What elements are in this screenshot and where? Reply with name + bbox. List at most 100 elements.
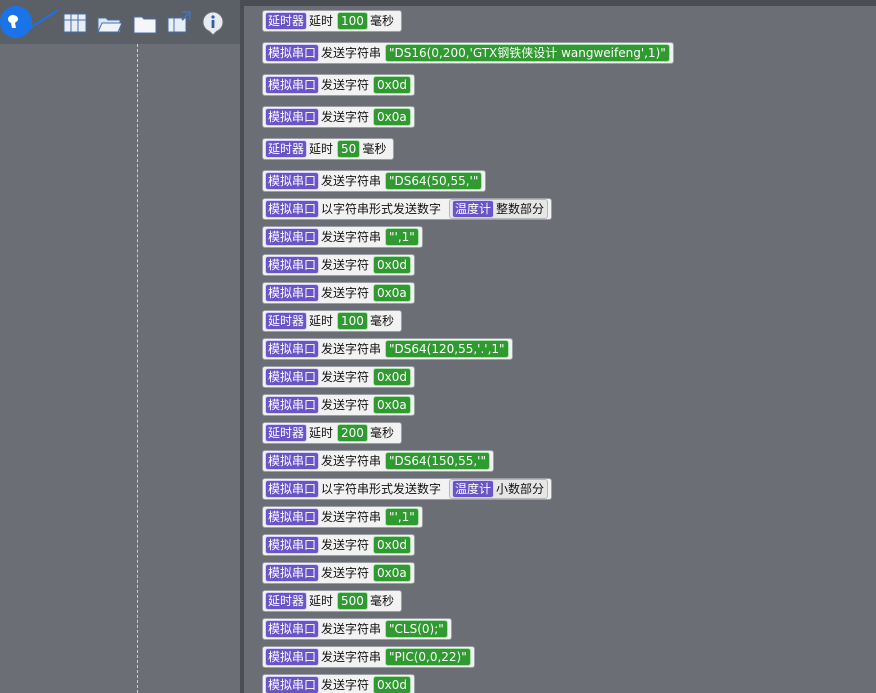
string-value-field[interactable]: "CLS(0);"	[385, 620, 448, 638]
serial-send-string-block[interactable]: 模拟串口 发送字符串 "',1"	[262, 506, 423, 528]
string-value-field[interactable]: "DS16(0,200,'GTX钢铁侠设计 wangweifeng',1)"	[385, 44, 670, 62]
serial-send-char-block[interactable]: 模拟串口 发送字符 0x0d	[262, 366, 416, 388]
char-value-field[interactable]: 0x0d	[373, 536, 412, 554]
thermometer-tag: 温度计	[452, 200, 495, 218]
serial-send-char-block[interactable]: 模拟串口 发送字符 0x0a	[262, 562, 415, 584]
string-value-field[interactable]: "PIC(0,0,22)"	[385, 648, 471, 666]
serial-tag: 模拟串口	[265, 676, 320, 693]
string-value-field[interactable]: "DS64(50,55,'"	[385, 172, 483, 190]
thermometer-tag: 温度计	[452, 480, 495, 498]
delay-label: 延时	[309, 142, 334, 156]
serial-action-label: 发送字符串	[321, 46, 382, 60]
serial-action-label: 发送字符	[321, 566, 370, 580]
serial-action-label: 发送字符	[321, 538, 370, 552]
serial-action-label: 发送字符串	[321, 174, 382, 188]
thermometer-value-block[interactable]: 温度计 整数部分	[449, 199, 549, 219]
delay-unit-label: 毫秒	[369, 426, 394, 440]
serial-action-label: 以字符串形式发送数字	[321, 202, 442, 216]
serial-tag: 模拟串口	[265, 536, 320, 554]
serial-tag: 模拟串口	[265, 108, 320, 126]
string-value-field[interactable]: "',1"	[385, 508, 419, 526]
char-value-field[interactable]: 0x0d	[373, 368, 412, 386]
char-value-field[interactable]: 0x0a	[373, 564, 411, 582]
delay-block[interactable]: 延时器 延时 100 毫秒	[262, 10, 402, 32]
logo-icon[interactable]	[0, 6, 59, 38]
serial-tag: 模拟串口	[265, 340, 320, 358]
delay-block[interactable]: 延时器 延时 50 毫秒	[262, 138, 395, 160]
delay-label: 延时	[309, 314, 334, 328]
sidebar	[0, 44, 240, 693]
delay-tag: 延时器	[265, 424, 308, 442]
serial-send-char-block[interactable]: 模拟串口 发送字符 0x0d	[262, 254, 416, 276]
delay-tag: 延时器	[265, 12, 308, 30]
delay-value-field[interactable]: 500	[337, 592, 368, 610]
char-value-field[interactable]: 0x0a	[373, 396, 411, 414]
delay-value-field[interactable]: 100	[337, 312, 368, 330]
string-value-field[interactable]: "',1"	[385, 228, 419, 246]
delay-unit-label: 毫秒	[369, 594, 394, 608]
delay-value-field[interactable]: 50	[337, 140, 361, 158]
serial-send-string-block[interactable]: 模拟串口 发送字符串 "CLS(0);"	[262, 618, 452, 640]
serial-tag: 模拟串口	[265, 648, 320, 666]
serial-tag: 模拟串口	[265, 44, 320, 62]
folder-icon[interactable]	[132, 10, 158, 36]
thermometer-value-block[interactable]: 温度计 小数部分	[449, 479, 549, 499]
delay-label: 延时	[309, 426, 334, 440]
serial-action-label: 发送字符	[321, 110, 370, 124]
serial-send-char-block[interactable]: 模拟串口 发送字符 0x0d	[262, 534, 416, 556]
open-folder-icon[interactable]	[96, 10, 123, 36]
serial-send-char-block[interactable]: 模拟串口 发送字符 0x0a	[262, 394, 415, 416]
serial-tag: 模拟串口	[265, 396, 320, 414]
delay-block[interactable]: 延时器 延时 200 毫秒	[262, 422, 402, 444]
toolbar	[0, 0, 240, 44]
serial-action-label: 以字符串形式发送数字	[321, 482, 442, 496]
serial-tag: 模拟串口	[265, 228, 320, 246]
serial-send-string-block[interactable]: 模拟串口 发送字符串 "DS64(50,55,'"	[262, 170, 487, 192]
serial-tag: 模拟串口	[265, 452, 320, 470]
serial-send-char-block[interactable]: 模拟串口 发送字符 0x0a	[262, 282, 415, 304]
char-value-field[interactable]: 0x0a	[373, 108, 411, 126]
serial-tag: 模拟串口	[265, 200, 320, 218]
serial-send-char-block[interactable]: 模拟串口 发送字符 0x0d	[262, 74, 416, 96]
delay-block[interactable]: 延时器 延时 100 毫秒	[262, 310, 402, 332]
char-value-field[interactable]: 0x0d	[373, 676, 412, 693]
delay-tag: 延时器	[265, 592, 308, 610]
serial-send-string-block[interactable]: 模拟串口 发送字符串 "',1"	[262, 226, 423, 248]
char-value-field[interactable]: 0x0d	[373, 76, 412, 94]
serial-send-string-block[interactable]: 模拟串口 发送字符串 "PIC(0,0,22)"	[262, 646, 475, 668]
serial-action-label: 发送字符	[321, 78, 370, 92]
serial-tag: 模拟串口	[265, 368, 320, 386]
serial-send-char-block[interactable]: 模拟串口 发送字符 0x0a	[262, 106, 415, 128]
string-value-field[interactable]: "DS64(120,55,'.',1"	[385, 340, 509, 358]
delay-value-field[interactable]: 100	[337, 12, 368, 30]
serial-send-string-block[interactable]: 模拟串口 发送字符串 "DS64(120,55,'.',1"	[262, 338, 513, 360]
serial-action-label: 发送字符串	[321, 622, 382, 636]
workspace: 延时器 延时 100 毫秒 模拟串口 发送字符串 "DS16(0,200,'GTX钢铁侠设计…	[244, 6, 876, 693]
serial-action-label: 发送字符串	[321, 454, 382, 468]
serial-send-number-block[interactable]: 模拟串口 以字符串形式发送数字 温度计 整数部分	[262, 198, 553, 220]
delay-unit-label: 毫秒	[362, 142, 387, 156]
serial-tag: 模拟串口	[265, 508, 320, 526]
serial-action-label: 发送字符	[321, 398, 370, 412]
new-file-icon[interactable]	[62, 10, 88, 36]
char-value-field[interactable]: 0x0d	[373, 256, 412, 274]
char-value-field[interactable]: 0x0a	[373, 284, 411, 302]
delay-unit-label: 毫秒	[369, 314, 394, 328]
serial-tag: 模拟串口	[265, 480, 320, 498]
serial-send-string-block[interactable]: 模拟串口 发送字符串 "DS16(0,200,'GTX钢铁侠设计 wangweife…	[262, 42, 674, 64]
info-icon[interactable]	[200, 10, 226, 36]
serial-tag: 模拟串口	[265, 564, 320, 582]
sidebar-guide-line	[137, 44, 138, 693]
serial-send-string-block[interactable]: 模拟串口 发送字符串 "DS64(150,55,'"	[262, 450, 494, 472]
serial-action-label: 发送字符串	[321, 510, 382, 524]
string-value-field[interactable]: "DS64(150,55,'"	[385, 452, 490, 470]
thermometer-part-label: 整数部分	[496, 202, 545, 216]
delay-block[interactable]: 延时器 延时 500 毫秒	[262, 590, 402, 612]
export-icon[interactable]	[166, 10, 192, 36]
serial-send-char-block[interactable]: 模拟串口 发送字符 0x0d	[262, 674, 416, 693]
serial-tag: 模拟串口	[265, 620, 320, 638]
serial-action-label: 发送字符	[321, 678, 370, 692]
serial-tag: 模拟串口	[265, 76, 320, 94]
delay-value-field[interactable]: 200	[337, 424, 368, 442]
serial-send-number-block[interactable]: 模拟串口 以字符串形式发送数字 温度计 小数部分	[262, 478, 553, 500]
